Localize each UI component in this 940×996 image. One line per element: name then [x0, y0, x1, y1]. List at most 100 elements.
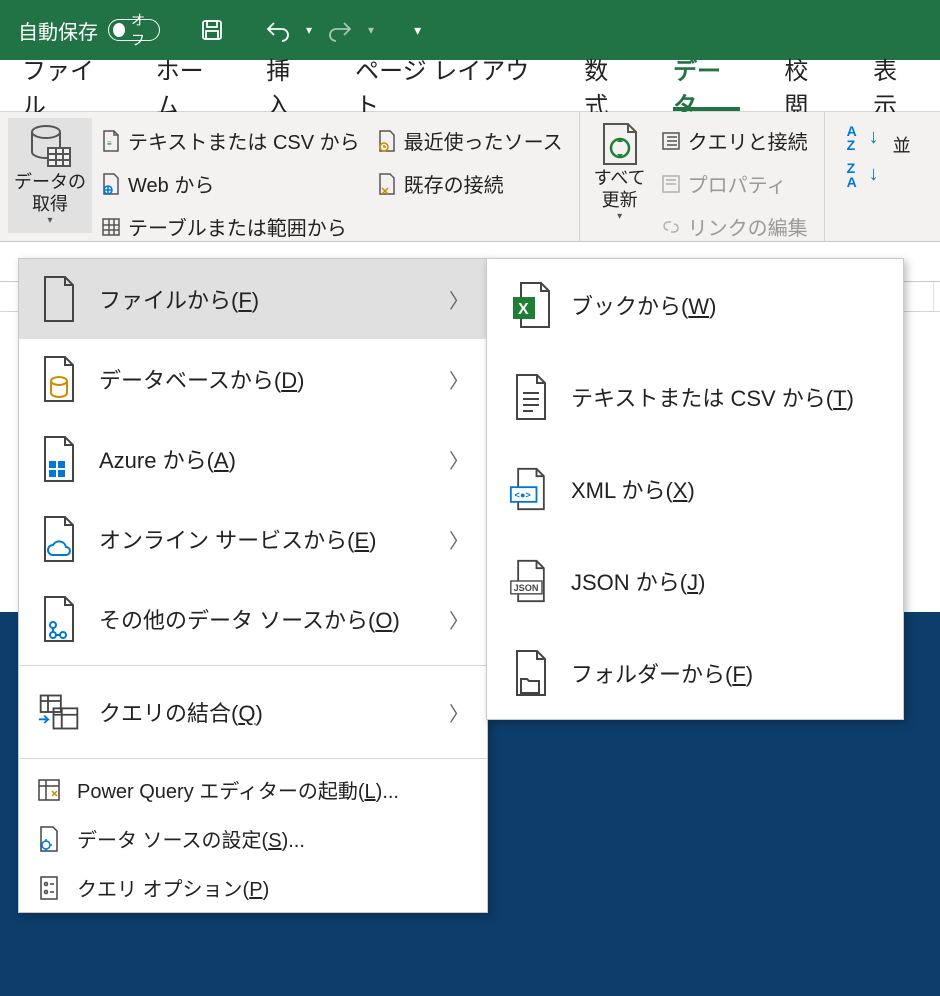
sort-desc-button[interactable]: ZA ↓: [833, 159, 887, 190]
refresh-icon: [598, 122, 642, 166]
globe-icon: [100, 173, 122, 195]
submenu-from-json[interactable]: JSON JSON から(J): [487, 535, 903, 627]
menu-query-options[interactable]: クエリ オプション(P): [19, 863, 487, 912]
combine-icon: [37, 690, 81, 734]
autosave-knob: [113, 23, 125, 37]
sort-label: 並: [893, 136, 911, 158]
editor-icon: [35, 776, 63, 804]
redo-icon[interactable]: [326, 18, 354, 42]
ribbon-group-sort: AZ ↓ ZA ↓ 並: [825, 112, 925, 241]
submenu-from-json-label: JSON から(J): [571, 565, 705, 597]
from-web-button[interactable]: Web から: [92, 165, 368, 202]
submenu-from-text-csv-label: テキストまたは CSV から(T): [571, 381, 854, 413]
get-data-col2: 最近使ったソース 既存の接続: [368, 118, 571, 206]
table-icon: [100, 216, 122, 238]
submenu-from-workbook-label: ブックから(W): [571, 289, 716, 321]
get-data-col1: ≡ テキストまたは CSV から Web から テーブルまたは範囲から: [92, 118, 368, 249]
properties-button: プロパティ: [652, 165, 816, 202]
chevron-down-icon: ▾: [47, 215, 52, 226]
tab-home[interactable]: ホーム: [134, 60, 245, 111]
chevron-right-icon: 〉: [449, 365, 469, 394]
excel-icon: X: [509, 283, 553, 327]
menu-from-database[interactable]: データベースから(D) 〉: [19, 339, 487, 419]
from-file-submenu: X ブックから(W) テキストまたは CSV から(T) <●> XML から(…: [486, 258, 904, 720]
chevron-right-icon: 〉: [449, 698, 469, 727]
cloud-icon: [37, 517, 81, 561]
from-text-csv-button[interactable]: ≡ テキストまたは CSV から: [92, 122, 368, 159]
autosave-toggle[interactable]: 自動保存 オフ: [18, 16, 160, 45]
ribbon: データの 取得 ▾ ≡ テキストまたは CSV から Web から テーブルま: [0, 112, 940, 242]
autosave-state: オフ: [131, 10, 155, 50]
menu-from-online[interactable]: オンライン サービスから(E) 〉: [19, 499, 487, 579]
tab-view[interactable]: 表示: [851, 60, 940, 111]
tab-page-layout[interactable]: ページ レイアウト: [333, 60, 562, 111]
submenu-from-workbook[interactable]: X ブックから(W): [487, 259, 903, 351]
save-icon[interactable]: [200, 18, 224, 42]
link-icon: [660, 216, 682, 238]
submenu-from-xml-label: XML から(X): [571, 473, 695, 505]
xml-icon: <●>: [509, 467, 553, 511]
queries-icon: [660, 130, 682, 152]
autosave-label: 自動保存: [18, 16, 98, 45]
qat-customize-icon[interactable]: ▾: [414, 22, 421, 39]
menu-from-other[interactable]: その他のデータ ソースから(O) 〉: [19, 579, 487, 659]
undo-dropdown-icon[interactable]: ▾: [306, 23, 312, 37]
menu-from-azure-label: Azure から(A): [99, 443, 236, 475]
ribbon-group-queries: すべて 更新 ▾ クエリと接続 プロパティ リンクの編集: [580, 112, 825, 241]
menu-from-online-label: オンライン サービスから(E): [99, 523, 376, 555]
menu-from-file[interactable]: ファイルから(F) 〉: [19, 259, 487, 339]
menu-combine-label: クエリの結合(Q): [99, 696, 263, 728]
database-file-icon: [37, 357, 81, 401]
from-table-range-button[interactable]: テーブルまたは範囲から: [92, 208, 368, 245]
menu-combine-queries[interactable]: クエリの結合(Q) 〉: [19, 672, 487, 752]
queries-connections-button[interactable]: クエリと接続: [652, 122, 816, 159]
chevron-right-icon: 〉: [449, 445, 469, 474]
get-data-menu: ファイルから(F) 〉 データベースから(D) 〉 Azure から(A) 〉 …: [18, 258, 488, 913]
sort-za-icon: ZA: [841, 164, 863, 186]
menu-launch-pqe-label: Power Query エディターの起動(L)...: [77, 775, 399, 804]
get-data-button[interactable]: データの 取得 ▾: [8, 118, 92, 233]
tab-formulas[interactable]: 数式: [562, 60, 651, 111]
menu-separator: [19, 665, 487, 666]
edit-links-button: リンクの編集: [652, 208, 816, 245]
submenu-from-xml[interactable]: <●> XML から(X): [487, 443, 903, 535]
sort-col: AZ ↓ ZA ↓: [833, 118, 887, 194]
svg-text:≡: ≡: [107, 139, 112, 148]
autosave-switch[interactable]: オフ: [108, 19, 160, 41]
chevron-right-icon: 〉: [449, 285, 469, 314]
database-icon: [26, 122, 74, 170]
undo-icon[interactable]: [264, 18, 292, 42]
menu-data-source-settings[interactable]: データ ソースの設定(S)...: [19, 814, 487, 863]
get-data-label: データの 取得: [14, 172, 86, 215]
tab-insert[interactable]: 挿入: [244, 60, 333, 111]
redo-dropdown-icon[interactable]: ▾: [368, 23, 374, 37]
menu-from-database-label: データベースから(D): [99, 363, 304, 395]
other-sources-icon: [37, 597, 81, 641]
svg-text:JSON: JSON: [514, 583, 539, 593]
menu-launch-pqe[interactable]: Power Query エディターの起動(L)...: [19, 765, 487, 814]
submenu-from-folder-label: フォルダーから(F): [571, 657, 753, 689]
tab-file[interactable]: ファイル: [0, 60, 134, 111]
recent-sources-button[interactable]: 最近使ったソース: [368, 122, 571, 159]
tab-data[interactable]: データ: [651, 60, 762, 111]
sort-button[interactable]: 並: [887, 118, 917, 233]
properties-icon: [660, 173, 682, 195]
file-text-icon: ≡: [100, 130, 122, 152]
ribbon-tabs: ファイル ホーム 挿入 ページ レイアウト 数式 データ 校閲 表示: [0, 60, 940, 112]
tab-review[interactable]: 校閲: [762, 60, 851, 111]
submenu-from-text-csv[interactable]: テキストまたは CSV から(T): [487, 351, 903, 443]
menu-from-file-label: ファイルから(F): [99, 283, 259, 315]
connection-icon: [376, 173, 398, 195]
json-icon: JSON: [509, 559, 553, 603]
submenu-from-folder[interactable]: フォルダーから(F): [487, 627, 903, 719]
menu-query-options-label: クエリ オプション(P): [77, 873, 269, 902]
menu-from-azure[interactable]: Azure から(A) 〉: [19, 419, 487, 499]
existing-connections-button[interactable]: 既存の接続: [368, 165, 571, 202]
refresh-all-button[interactable]: すべて 更新 ▾: [588, 118, 652, 233]
options-icon: [35, 874, 63, 902]
chevron-right-icon: 〉: [449, 605, 469, 634]
menu-from-other-label: その他のデータ ソースから(O): [99, 603, 400, 635]
menu-separator: [19, 758, 487, 759]
text-file-icon: [509, 375, 553, 419]
sort-asc-button[interactable]: AZ ↓: [833, 122, 887, 153]
